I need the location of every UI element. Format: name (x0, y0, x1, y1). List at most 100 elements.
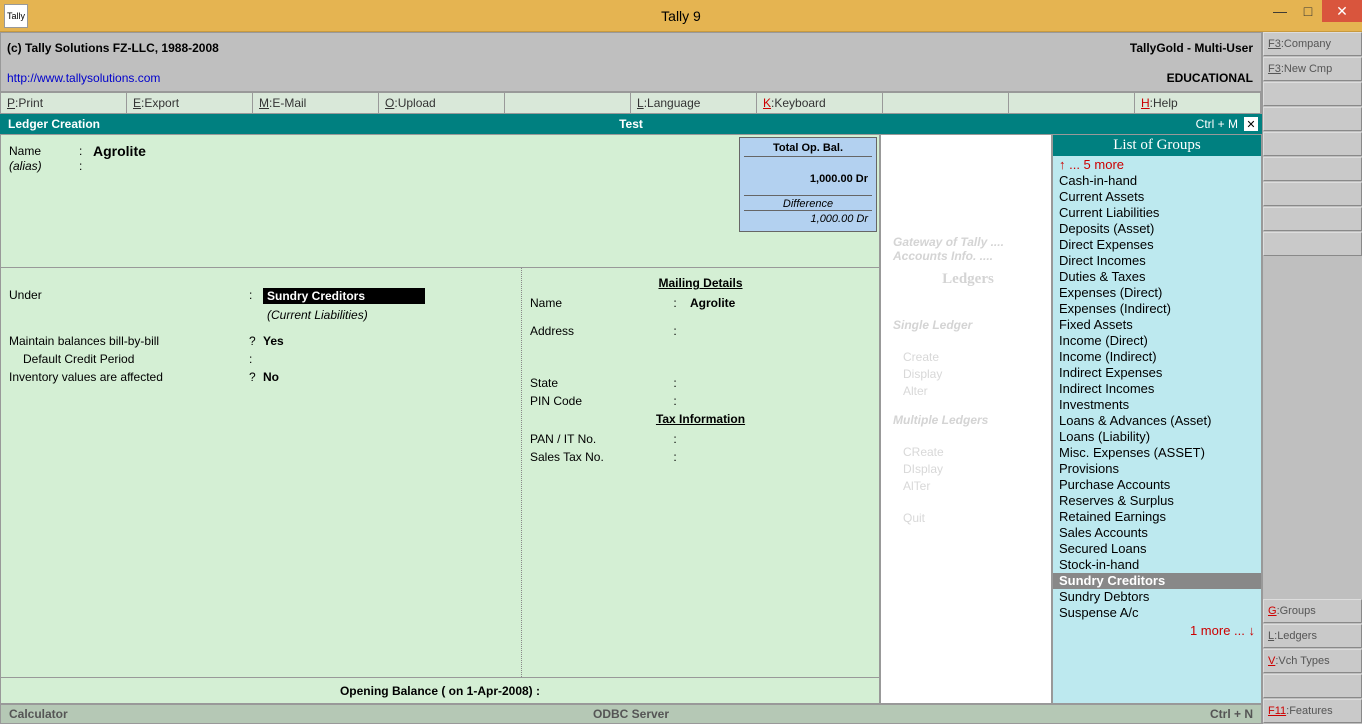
tax-info-heading: Tax Information (530, 412, 871, 426)
group-item[interactable]: Sundry Debtors (1053, 589, 1261, 605)
minimize-button[interactable]: — (1266, 0, 1294, 22)
sidebar-company[interactable]: F3: Company (1263, 32, 1362, 56)
group-item[interactable]: Sundry Creditors (1053, 573, 1261, 589)
ledger-form: Name : Agrolite (alias) : Total Op. Bal.… (0, 134, 880, 704)
gw-single-ledger: Single Ledger (893, 318, 1043, 332)
group-item[interactable]: Retained Earnings (1053, 509, 1261, 525)
opening-balance-footer: Opening Balance ( on 1-Apr-2008) : (1, 677, 879, 703)
sidebar-new-cmp[interactable]: F3: New Cmp (1263, 57, 1362, 81)
menu-keyboard-label: Keyboard (774, 96, 825, 110)
shortcut-hint: Ctrl + M (1196, 117, 1238, 131)
sidebar-vchtypes-label: Vch Types (1278, 655, 1329, 667)
odbc-server-label: ODBC Server (593, 707, 669, 721)
credit-period-label: Default Credit Period (9, 352, 249, 366)
menu-language[interactable]: L: Language (631, 93, 757, 113)
group-item[interactable]: Reserves & Surplus (1053, 493, 1261, 509)
gw-display2[interactable]: DIsplay (903, 462, 1043, 476)
ledger-name-value[interactable]: Agrolite (93, 143, 146, 159)
group-item[interactable]: Suspense A/c (1053, 605, 1261, 621)
maximize-button[interactable]: □ (1294, 0, 1322, 22)
menu-blank1 (505, 93, 631, 113)
address-label: Address (530, 324, 660, 338)
gw-display[interactable]: Display (903, 367, 1043, 381)
menu-print[interactable]: P: Print (1, 93, 127, 113)
group-item[interactable]: Misc. Expenses (ASSET) (1053, 445, 1261, 461)
under-value[interactable]: Sundry Creditors (263, 288, 425, 304)
menu-upload[interactable]: O: Upload (379, 93, 505, 113)
menu-print-label: Print (18, 96, 43, 110)
pan-label: PAN / IT No. (530, 432, 660, 446)
mailing-name-value[interactable]: Agrolite (690, 296, 735, 310)
group-item[interactable]: Indirect Incomes (1053, 381, 1261, 397)
gw-path2: Accounts Info. .... (893, 249, 1043, 263)
menu-help[interactable]: H: Help (1135, 93, 1261, 113)
groups-list[interactable]: ↑ ... 5 more Cash-in-handCurrent AssetsC… (1053, 156, 1261, 703)
gw-quit[interactable]: Quit (903, 511, 1043, 525)
sidebar-company-label: Company (1284, 38, 1331, 50)
name-label: Name (9, 144, 79, 158)
difference-label: Difference (744, 195, 872, 210)
group-item[interactable]: Indirect Expenses (1053, 365, 1261, 381)
status-shortcut: Ctrl + N (1210, 707, 1253, 721)
gw-alter2[interactable]: AlTer (903, 479, 1043, 493)
sidebar-empty7 (1263, 232, 1362, 256)
group-item[interactable]: Current Assets (1053, 189, 1261, 205)
group-item[interactable]: Purchase Accounts (1053, 477, 1261, 493)
sidebar-groups[interactable]: G: Groups (1263, 599, 1362, 623)
group-item[interactable]: Direct Expenses (1053, 237, 1261, 253)
list-of-groups-panel: List of Groups ↑ ... 5 more Cash-in-hand… (1052, 134, 1262, 704)
groups-more-bottom[interactable]: 1 more ... ↓ (1053, 621, 1261, 640)
group-item[interactable]: Duties & Taxes (1053, 269, 1261, 285)
menu-email[interactable]: M: E-Mail (253, 93, 379, 113)
copyright-bar: (c) Tally Solutions FZ-LLC, 1988-2008 Ta… (0, 32, 1262, 92)
gw-create2[interactable]: CReate (903, 445, 1043, 459)
group-item[interactable]: Investments (1053, 397, 1261, 413)
gw-create[interactable]: Create (903, 350, 1043, 364)
group-item[interactable]: Expenses (Indirect) (1053, 301, 1261, 317)
gw-path1: Gateway of Tally .... (893, 235, 1043, 249)
group-item[interactable]: Loans (Liability) (1053, 429, 1261, 445)
group-item[interactable]: Sales Accounts (1053, 525, 1261, 541)
gw-alter[interactable]: Alter (903, 384, 1043, 398)
menu-upload-label: Upload (398, 96, 436, 110)
opbal-title: Total Op. Bal. (744, 142, 872, 157)
group-item[interactable]: Stock-in-hand (1053, 557, 1261, 573)
group-item[interactable]: Direct Incomes (1053, 253, 1261, 269)
calculator-label[interactable]: Calculator (1, 707, 68, 721)
groups-more-top[interactable]: ↑ ... 5 more (1053, 156, 1261, 173)
groups-header: List of Groups (1053, 135, 1261, 156)
menu-language-label: Language (647, 96, 700, 110)
sidebar-features[interactable]: F11: Features (1263, 699, 1362, 723)
billbybill-label: Maintain balances bill-by-bill (9, 334, 249, 348)
inventory-value[interactable]: No (263, 370, 279, 384)
group-item[interactable]: Cash-in-hand (1053, 173, 1261, 189)
group-item[interactable]: Income (Direct) (1053, 333, 1261, 349)
group-item[interactable]: Income (Indirect) (1053, 349, 1261, 365)
under-label: Under (9, 288, 249, 304)
panel-close-icon[interactable]: ✕ (1244, 117, 1258, 131)
sidebar-empty3 (1263, 132, 1362, 156)
group-item[interactable]: Secured Loans (1053, 541, 1261, 557)
status-bar: Calculator ODBC Server Ctrl + N (0, 704, 1262, 724)
group-item[interactable]: Current Liabilities (1053, 205, 1261, 221)
sidebar-empty4 (1263, 157, 1362, 181)
menu-export[interactable]: E: Export (127, 93, 253, 113)
sidebar-ledgers[interactable]: L: Ledgers (1263, 624, 1362, 648)
right-sidebar: F3: Company F3: New Cmp G: Groups L: Led… (1262, 32, 1362, 724)
app-icon: Tally (4, 4, 28, 28)
screen-title: Ledger Creation (8, 117, 100, 131)
close-button[interactable]: ✕ (1322, 0, 1362, 22)
group-item[interactable]: Expenses (Direct) (1053, 285, 1261, 301)
group-item[interactable]: Loans & Advances (Asset) (1053, 413, 1261, 429)
edition-text: TallyGold - Multi-User (1130, 41, 1253, 55)
group-item[interactable]: Deposits (Asset) (1053, 221, 1261, 237)
group-item[interactable]: Provisions (1053, 461, 1261, 477)
group-item[interactable]: Fixed Assets (1053, 317, 1261, 333)
sidebar-vch-types[interactable]: V: Vch Types (1263, 649, 1362, 673)
gw-multiple-ledgers: Multiple Ledgers (893, 413, 1043, 427)
salestax-label: Sales Tax No. (530, 450, 660, 464)
sidebar-features-label: Features (1289, 705, 1332, 717)
billbybill-value[interactable]: Yes (263, 334, 284, 348)
menu-keyboard[interactable]: K: Keyboard (757, 93, 883, 113)
company-url[interactable]: http://www.tallysolutions.com (7, 71, 160, 85)
